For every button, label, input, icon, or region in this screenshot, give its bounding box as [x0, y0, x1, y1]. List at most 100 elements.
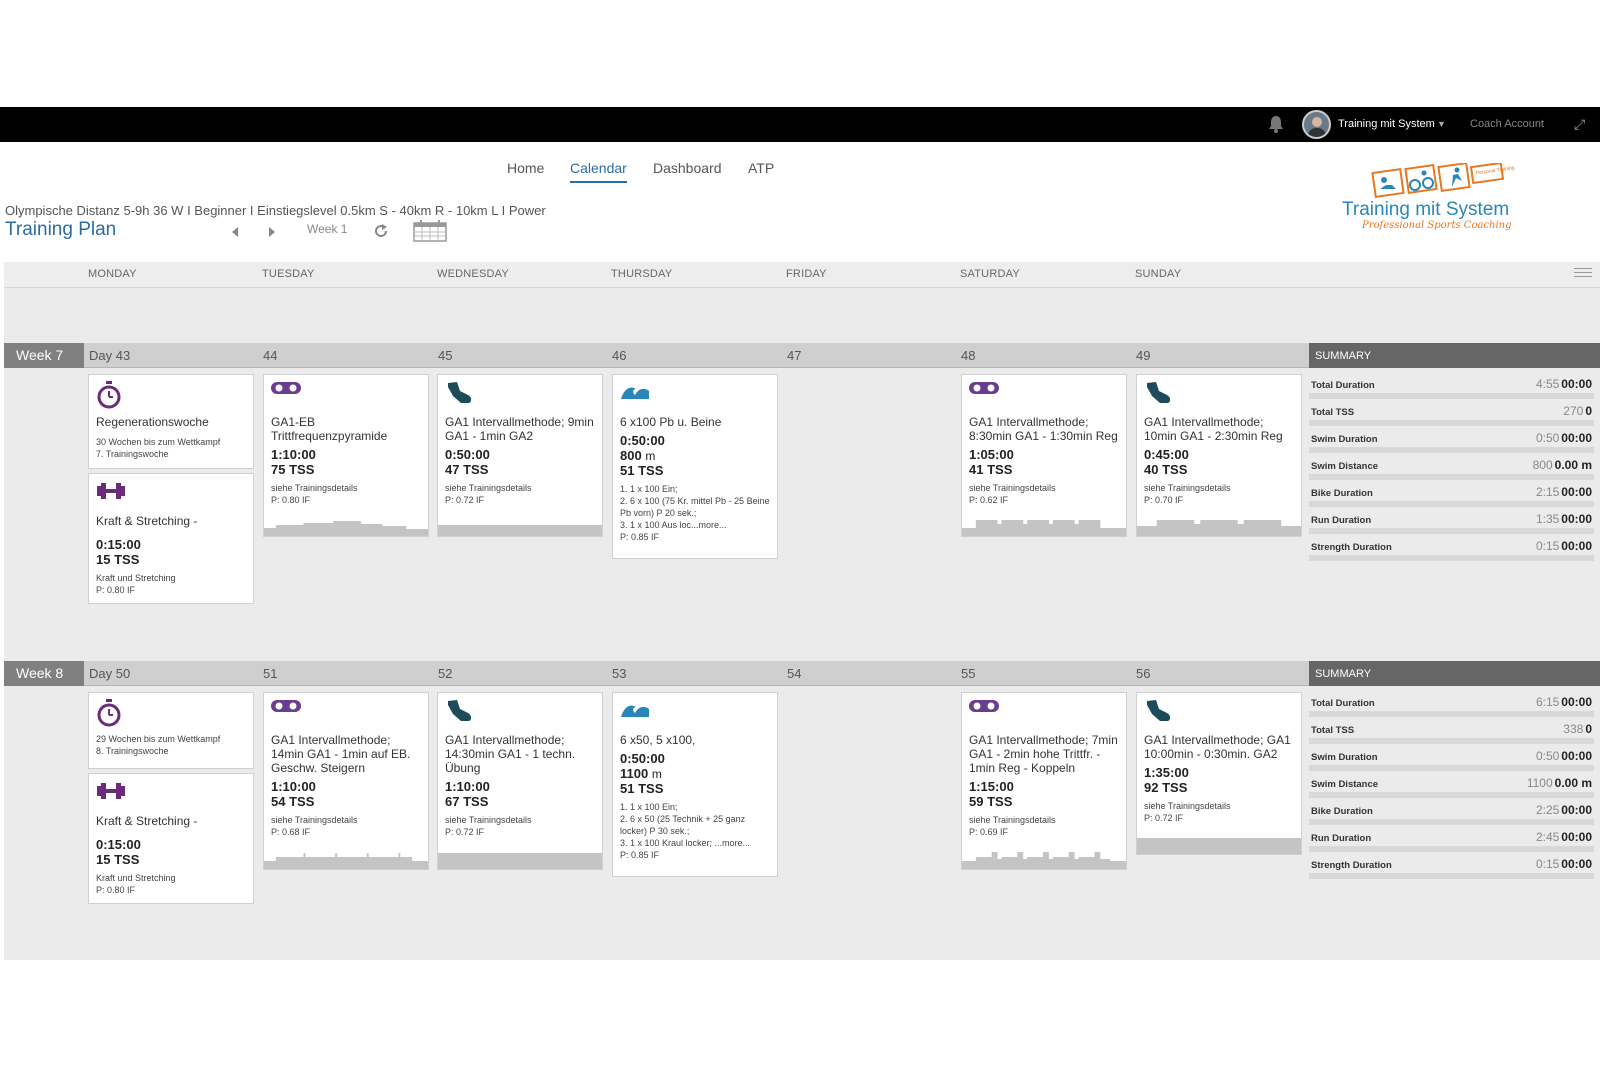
notification-bell-icon[interactable]: [1268, 115, 1284, 133]
day-number: 56: [1136, 666, 1151, 681]
summary-row: Run Duration 1:35 00:00: [1309, 507, 1594, 534]
workout-card[interactable]: GA1 Intervallmethode; 8:30min GA1 - 1:30…: [961, 374, 1127, 537]
workout-card[interactable]: 6 x50, 5 x100, 0:50:00 1100 m 51 TSS 1. …: [612, 692, 778, 877]
workout-profile-chart: [438, 525, 602, 536]
workout-duration: 0:50:00: [445, 447, 490, 462]
workout-title: GA1 Intervallmethode; 7min GA1 - 2min ho…: [969, 733, 1118, 775]
nav-atp[interactable]: ATP: [748, 160, 774, 176]
nav-home[interactable]: Home: [507, 160, 544, 176]
day-number: 54: [787, 666, 802, 681]
workout-step: 2. 6 x 100 (75 Kr. mittel Pb - 25 Beine …: [620, 496, 770, 518]
workout-profile-chart: [962, 520, 1126, 536]
workout-card[interactable]: GA1 Intervallmethode; 14min GA1 - 1min a…: [263, 692, 429, 870]
day-header-thursday: THURSDAY: [611, 268, 673, 280]
day-header-saturday: SATURDAY: [960, 268, 1020, 280]
summary-row: Run Duration 2:45 00:00: [1309, 825, 1594, 852]
logo-tagline: Professional Sports Coaching: [1361, 220, 1512, 231]
summary-label: Swim Distance: [1311, 461, 1379, 472]
workout-title: Kraft & Stretching -: [96, 514, 198, 528]
workout-card[interactable]: GA1 Intervallmethode; 9min GA1 - 1min GA…: [437, 374, 603, 537]
refresh-icon[interactable]: [373, 223, 389, 239]
day-number: 52: [438, 666, 453, 681]
summary-row: Swim Distance 1100 0.00 m: [1309, 771, 1594, 798]
workout-step-more[interactable]: 3. 1 x 100 Aus loc...more...: [620, 519, 770, 531]
hamburger-menu-icon[interactable]: [1574, 268, 1592, 280]
note-card[interactable]: Regenerationswoche 30 Wochen bis zum Wet…: [88, 374, 254, 469]
workout-description: siehe Trainingsdetails: [969, 483, 1056, 493]
summary-header: SUMMARY: [1309, 343, 1600, 368]
workout-intensity: P: 0.72 IF: [1144, 813, 1184, 823]
prev-week-icon[interactable]: [230, 226, 240, 238]
workout-intensity: P: 0.80 IF: [96, 585, 136, 595]
bike-icon: [271, 381, 421, 409]
note-line: 30 Wochen bis zum Wettkampf: [96, 437, 221, 447]
distance-unit: m: [645, 449, 656, 463]
workout-duration: 1:10:00: [271, 447, 316, 462]
summary-row: Swim Duration 0:50 00:00: [1309, 744, 1594, 771]
workout-description: siehe Trainingsdetails: [271, 483, 358, 493]
summary-actual: 0: [1585, 722, 1592, 736]
expand-icon[interactable]: ⤢: [1574, 116, 1585, 133]
summary-label: Swim Duration: [1311, 434, 1378, 445]
note-card[interactable]: 29 Wochen bis zum Wettkampf 8. Trainings…: [88, 692, 254, 769]
workout-card[interactable]: GA1 Intervallmethode; 14:30min GA1 - 1 t…: [437, 692, 603, 870]
tss-unit: TSS: [114, 552, 140, 567]
swim-wave-icon: [620, 381, 770, 409]
workout-tss: 41: [969, 462, 984, 477]
nav-dashboard[interactable]: Dashboard: [653, 160, 722, 176]
workout-step-more[interactable]: 3. 1 x 100 Kraul locker; ...more...: [620, 837, 770, 849]
workout-profile-chart: [1137, 520, 1301, 536]
stopwatch-icon: [96, 381, 246, 409]
calendar-picker-icon[interactable]: [413, 220, 447, 242]
nav-calendar[interactable]: Calendar: [570, 160, 627, 183]
week-summary: Total Duration 4:55 00:00 Total TSS 270 0 Sw…: [1309, 372, 1594, 561]
workout-description: siehe Trainingsdetails: [969, 815, 1056, 825]
chevron-down-icon[interactable]: ▼: [1437, 119, 1446, 129]
workout-card[interactable]: GA1-EB Trittfrequenzpyramide 1:10:00 75 …: [263, 374, 429, 537]
summary-label: Swim Duration: [1311, 752, 1378, 763]
top-bar: Training mit System ▼ Coach Account ⤢: [0, 107, 1600, 142]
week-bar: Week 7 Day 43 44 45 46 47 48 49 SUMMARY: [4, 343, 1600, 368]
tss-unit: TSS: [1162, 780, 1188, 795]
workout-card[interactable]: Kraft & Stretching - 0:15:00 15 TSS Kraf…: [88, 773, 254, 904]
summary-planned: 338: [1563, 722, 1584, 736]
summary-planned: 6:15: [1535, 695, 1560, 709]
brand-logo: Training mit System Professional Sports …: [1340, 161, 1560, 235]
workout-title: GA1 Intervallmethode; 14min GA1 - 1min a…: [271, 733, 411, 775]
week-bar: Week 8 Day 50 51 52 53 54 55 56 SUMMARY: [4, 661, 1600, 686]
workout-tss: 92: [1144, 780, 1159, 795]
workout-card[interactable]: GA1 Intervallmethode; GA1 10:00min - 0:3…: [1136, 692, 1302, 855]
running-shoe-icon: [445, 381, 595, 409]
user-name[interactable]: Training mit System: [1338, 118, 1435, 130]
workout-duration: 0:50:00: [620, 751, 665, 766]
day-header-wednesday: WEDNESDAY: [437, 268, 509, 280]
summary-actual: 00:00: [1561, 377, 1592, 391]
user-avatar[interactable]: [1302, 110, 1331, 139]
workout-description: siehe Trainingsdetails: [445, 815, 532, 825]
day-header-friday: FRIDAY: [786, 268, 827, 280]
day-header-monday: MONDAY: [88, 268, 137, 280]
day-number: 49: [1136, 348, 1151, 363]
coach-account-link[interactable]: Coach Account: [1470, 118, 1544, 130]
workout-card[interactable]: 6 x100 Pb u. Beine 0:50:00 800 m 51 TSS …: [612, 374, 778, 559]
swim-wave-icon: [620, 699, 770, 727]
workout-title: GA1 Intervallmethode; 8:30min GA1 - 1:30…: [969, 415, 1118, 443]
workout-card[interactable]: GA1 Intervallmethode; 10min GA1 - 2:30mi…: [1136, 374, 1302, 537]
summary-row: Bike Duration 2:25 00:00: [1309, 798, 1594, 825]
tss-unit: TSS: [638, 781, 664, 796]
summary-planned: 270: [1563, 404, 1584, 418]
workout-description: siehe Trainingsdetails: [271, 815, 358, 825]
workout-title: GA1 Intervallmethode; 9min GA1 - 1min GA…: [445, 415, 594, 443]
summary-planned: 2:45: [1535, 830, 1560, 844]
day-number: 55: [961, 666, 976, 681]
summary-label: Run Duration: [1311, 515, 1372, 526]
workout-profile-chart: [264, 521, 428, 536]
next-week-icon[interactable]: [267, 226, 277, 238]
workout-intensity: P: 0.85 IF: [620, 532, 660, 542]
workout-title: GA1 Intervallmethode; GA1 10:00min - 0:3…: [1144, 733, 1291, 761]
workout-title: GA1-EB Trittfrequenzpyramide: [271, 415, 388, 443]
workout-title: GA1 Intervallmethode; 10min GA1 - 2:30mi…: [1144, 415, 1283, 443]
workout-tss: 15: [96, 852, 111, 867]
workout-card[interactable]: GA1 Intervallmethode; 7min GA1 - 2min ho…: [961, 692, 1127, 870]
workout-card[interactable]: Kraft & Stretching - 0:15:00 15 TSS Kraf…: [88, 473, 254, 604]
